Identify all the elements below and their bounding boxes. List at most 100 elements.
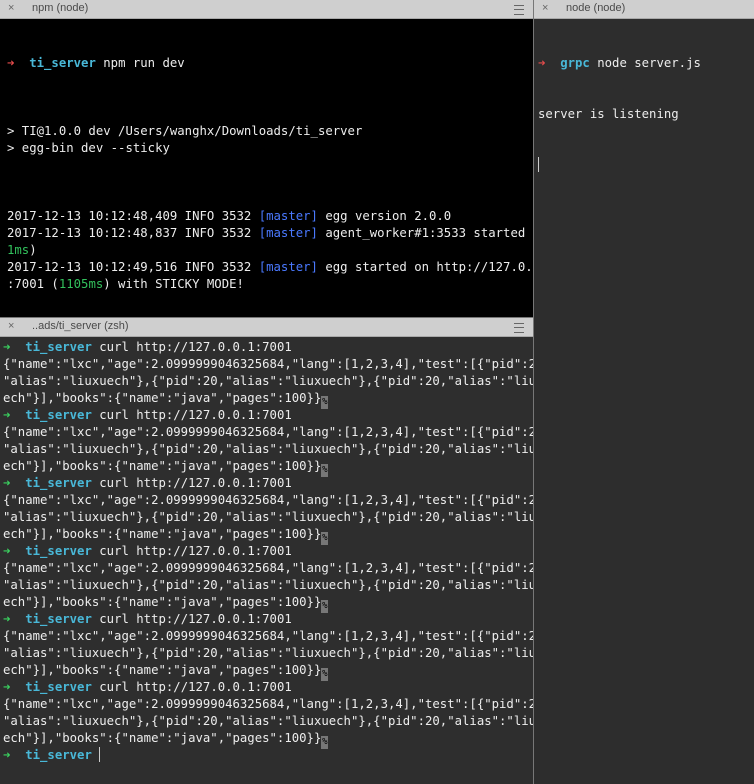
prompt-directory: ti_server [29, 56, 96, 70]
log-duration: 1105ms [58, 277, 104, 291]
eol-marker: % [321, 736, 329, 749]
close-icon[interactable]: × [542, 2, 548, 14]
response-line: "alias":"liuxuech"},{"pid":20,"alias":"l… [3, 373, 533, 390]
response-text: ech"}],"books":{"name":"java","pages":10… [3, 663, 322, 677]
terminal-pane-npm[interactable]: × npm (node) ➜ ti_server npm run dev > T… [0, 0, 533, 317]
output-line: > TI@1.0.0 dev /Users/wanghx/Downloads/t… [7, 124, 363, 138]
log-tail: ) with STICKY MODE! [103, 277, 244, 291]
prompt-directory: ti_server [25, 544, 92, 558]
response-text: {"name":"lxc","age":2.0999999046325684,"… [3, 561, 533, 575]
log-text: agent_worker#1:3533 started ( [317, 226, 533, 240]
prompt-line: ➜ ti_server curl http://127.0.0.1:7001 [3, 679, 533, 696]
prompt-line: ➜ ti_server [3, 747, 533, 764]
response-text: {"name":"lxc","age":2.0999999046325684,"… [3, 357, 533, 371]
response-line: {"name":"lxc","age":2.0999999046325684,"… [3, 628, 533, 645]
eol-marker: % [321, 532, 329, 545]
prompt-arrow-icon: ➜ [3, 476, 11, 490]
terminal-pane-grpc[interactable]: × node (node) ➜ grpc node server.js serv… [534, 0, 754, 784]
eol-marker: % [321, 668, 329, 681]
response-text: ech"}],"books":{"name":"java","pages":10… [3, 731, 322, 745]
pane-title: npm (node) [32, 2, 89, 14]
prompt-arrow-icon: ➜ [3, 748, 11, 762]
response-text: {"name":"lxc","age":2.0999999046325684,"… [3, 493, 533, 507]
terminal-output[interactable]: ➜ grpc node server.js server is listenin… [534, 19, 754, 208]
prompt-arrow-icon: ➜ [3, 544, 11, 558]
prompt-line: ➜ grpc node server.js [538, 55, 754, 72]
response-line: {"name":"lxc","age":2.0999999046325684,"… [3, 492, 533, 509]
log-prefix: :7001 ( [7, 277, 59, 291]
response-text: {"name":"lxc","age":2.0999999046325684,"… [3, 629, 533, 643]
prompt-command: node server.js [597, 56, 701, 70]
prompt-command: curl http://127.0.0.1:7001 [99, 544, 292, 558]
terminal-output[interactable]: ➜ ti_server npm run dev > TI@1.0.0 dev /… [0, 19, 533, 317]
response-line: ech"}],"books":{"name":"java","pages":10… [3, 662, 533, 681]
response-line: "alias":"liuxuech"},{"pid":20,"alias":"l… [3, 645, 533, 662]
response-text: ech"}],"books":{"name":"java","pages":10… [3, 595, 322, 609]
eol-marker: % [321, 464, 329, 477]
response-line: ech"}],"books":{"name":"java","pages":10… [3, 594, 533, 613]
response-line: {"name":"lxc","age":2.0999999046325684,"… [3, 356, 533, 373]
hamburger-menu-icon[interactable] [514, 5, 524, 15]
prompt-command: curl http://127.0.0.1:7001 [99, 680, 292, 694]
eol-marker: % [321, 600, 329, 613]
prompt-command: curl http://127.0.0.1:7001 [99, 612, 292, 626]
log-prefix: 2017-12-13 10:12:48,837 INFO 3532 [7, 226, 259, 240]
prompt-arrow-icon: ➜ [3, 408, 11, 422]
response-line: ech"}],"books":{"name":"java","pages":10… [3, 390, 533, 409]
prompt-command: curl http://127.0.0.1:7001 [99, 340, 292, 354]
log-tag: [master] [258, 226, 318, 240]
prompt-line: ➜ ti_server curl http://127.0.0.1:7001 [3, 339, 533, 356]
response-line: "alias":"liuxuech"},{"pid":20,"alias":"l… [3, 577, 533, 594]
pane-title: node (node) [566, 2, 626, 14]
log-text: egg version 2.0.0 [317, 209, 452, 223]
prompt-line: ➜ ti_server curl http://127.0.0.1:7001 [3, 407, 533, 424]
pane-tab-bar: × npm (node) [0, 0, 533, 19]
prompt-directory: ti_server [25, 408, 92, 422]
log-tag: [master] [258, 260, 318, 274]
response-text: ech"}],"books":{"name":"java","pages":10… [3, 459, 322, 473]
pane-title: ..ads/ti_server (zsh) [32, 320, 129, 332]
output-line: server is listening [538, 107, 679, 121]
log-line: 2017-12-13 10:12:48,837 INFO 3532 [maste… [7, 225, 533, 242]
log-line: :7001 (1105ms) with STICKY MODE! [7, 276, 533, 293]
prompt-line: ➜ ti_server curl http://127.0.0.1:7001 [3, 475, 533, 492]
response-line: {"name":"lxc","age":2.0999999046325684,"… [3, 696, 533, 713]
response-text: ech"}],"books":{"name":"java","pages":10… [3, 527, 322, 541]
close-icon[interactable]: × [8, 2, 14, 14]
response-line: "alias":"liuxuech"},{"pid":20,"alias":"l… [3, 713, 533, 730]
prompt-directory: ti_server [25, 612, 92, 626]
response-text: "alias":"liuxuech"},{"pid":20,"alias":"l… [3, 374, 533, 388]
prompt-arrow-icon: ➜ [3, 680, 11, 694]
response-line: {"name":"lxc","age":2.0999999046325684,"… [3, 424, 533, 441]
terminal-output[interactable]: ➜ ti_server curl http://127.0.0.1:7001 {"… [0, 337, 533, 764]
log-line: 2017-12-13 10:12:48,409 INFO 3532 [maste… [7, 208, 533, 225]
cursor-line [538, 157, 754, 174]
output-line: > egg-bin dev --sticky [7, 141, 170, 155]
prompt-command: npm run dev [103, 56, 185, 70]
terminal-pane-zsh[interactable]: × ..ads/ti_server (zsh) ➜ ti_server curl… [0, 318, 533, 784]
prompt-arrow-icon: ➜ [7, 56, 15, 70]
prompt-arrow-icon: ➜ [3, 340, 11, 354]
log-line: 2017-12-13 10:12:49,516 INFO 3532 [maste… [7, 259, 533, 276]
prompt-arrow-icon: ➜ [3, 612, 11, 626]
prompt-line: ➜ ti_server curl http://127.0.0.1:7001 [3, 543, 533, 560]
response-text: ech"}],"books":{"name":"java","pages":10… [3, 391, 322, 405]
log-prefix: 2017-12-13 10:12:49,516 INFO 3532 [7, 260, 259, 274]
log-duration: 1ms [7, 243, 30, 257]
response-line: "alias":"liuxuech"},{"pid":20,"alias":"l… [3, 509, 533, 526]
response-line: "alias":"liuxuech"},{"pid":20,"alias":"l… [3, 441, 533, 458]
prompt-arrow-icon: ➜ [538, 56, 546, 70]
pane-tab-bar: × node (node) [534, 0, 754, 19]
hamburger-menu-icon[interactable] [514, 323, 524, 333]
prompt-command: curl http://127.0.0.1:7001 [99, 408, 292, 422]
prompt-line: ➜ ti_server curl http://127.0.0.1:7001 [3, 611, 533, 628]
response-text: "alias":"liuxuech"},{"pid":20,"alias":"l… [3, 510, 533, 524]
response-line: ech"}],"books":{"name":"java","pages":10… [3, 730, 533, 749]
close-icon[interactable]: × [8, 320, 14, 332]
response-line: ech"}],"books":{"name":"java","pages":10… [3, 526, 533, 545]
response-text: "alias":"liuxuech"},{"pid":20,"alias":"l… [3, 646, 533, 660]
log-tail: ) [29, 243, 37, 257]
response-text: {"name":"lxc","age":2.0999999046325684,"… [3, 425, 533, 439]
